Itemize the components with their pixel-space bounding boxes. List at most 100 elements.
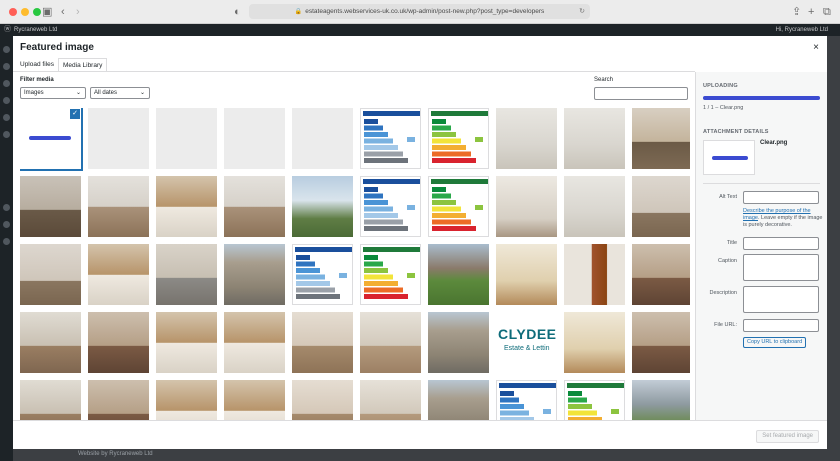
shield-icon[interactable]: ◐ <box>234 5 241 19</box>
title-label: Title <box>726 240 737 246</box>
media-thumbnail[interactable] <box>292 244 353 305</box>
comments-icon[interactable] <box>3 114 10 121</box>
close-icon[interactable]: × <box>813 42 819 53</box>
media-thumbnail[interactable] <box>632 312 690 373</box>
url-text: estateagents.webservices-uk.co.uk/wp-adm… <box>305 8 545 15</box>
attachment-filename: Clear.png <box>760 140 788 146</box>
set-featured-image-button[interactable]: Set featured image <box>756 430 819 443</box>
posts-icon[interactable] <box>3 63 10 70</box>
media-thumbnail[interactable] <box>20 176 81 237</box>
media-icon[interactable] <box>3 80 10 87</box>
selected-check-icon[interactable]: ✓ <box>70 109 80 119</box>
address-bar[interactable]: 🔒 estateagents.webservices-uk.co.uk/wp-ad… <box>249 4 590 19</box>
media-thumbnail[interactable] <box>428 380 489 421</box>
sidebar-toggle-icon[interactable]: ▣ <box>42 5 52 19</box>
appearance-icon[interactable] <box>3 131 10 138</box>
modal-footer: Set featured image <box>13 420 827 449</box>
users-icon[interactable] <box>3 221 10 228</box>
media-thumbnail[interactable] <box>564 380 625 421</box>
media-thumbnail[interactable] <box>156 380 217 421</box>
caption-textarea[interactable] <box>743 254 819 281</box>
file-url-input[interactable] <box>743 319 819 332</box>
pages-icon[interactable] <box>3 97 10 104</box>
media-thumbnail[interactable] <box>428 312 489 373</box>
media-thumbnail[interactable] <box>632 244 690 305</box>
dashboard-icon[interactable] <box>3 46 10 53</box>
epc-chart-graphic <box>295 247 352 299</box>
media-thumbnail[interactable] <box>20 244 81 305</box>
search-input[interactable] <box>594 87 688 100</box>
media-thumbnail[interactable] <box>156 312 217 373</box>
epc-chart-graphic <box>363 179 420 231</box>
media-thumbnail[interactable] <box>564 108 625 169</box>
media-thumbnail[interactable] <box>360 176 421 237</box>
media-thumbnail[interactable] <box>428 108 489 169</box>
media-thumbnail[interactable] <box>224 312 285 373</box>
reload-icon[interactable]: ↻ <box>579 4 585 19</box>
caption-label: Caption <box>718 258 737 264</box>
media-thumbnail[interactable] <box>496 176 557 237</box>
media-thumbnail[interactable] <box>292 108 353 169</box>
tab-upload-files[interactable]: Upload files <box>16 58 58 72</box>
uploading-heading: UPLOADING <box>703 83 738 89</box>
media-type-select[interactable]: Images ⌄ <box>20 87 86 99</box>
alt-text-input[interactable] <box>743 191 819 204</box>
close-window-button[interactable] <box>9 8 17 16</box>
copy-url-button[interactable]: Copy URL to clipboard <box>743 337 807 348</box>
tab-overview-icon[interactable]: ⧉ <box>823 5 831 19</box>
tab-media-library[interactable]: Media Library <box>58 58 108 72</box>
media-thumbnail[interactable] <box>496 108 557 169</box>
media-thumbnail[interactable] <box>564 176 625 237</box>
media-thumbnail[interactable] <box>564 244 625 305</box>
title-input[interactable] <box>743 237 819 250</box>
media-thumbnail[interactable] <box>496 244 557 305</box>
zoom-window-button[interactable] <box>33 8 41 16</box>
date-filter-select[interactable]: All dates ⌄ <box>90 87 150 99</box>
media-thumbnail[interactable] <box>292 176 353 237</box>
media-thumbnail[interactable] <box>224 176 285 237</box>
back-icon[interactable]: ‹ <box>61 5 65 19</box>
media-thumbnail[interactable] <box>20 312 81 373</box>
media-thumbnail[interactable] <box>632 108 690 169</box>
media-thumbnail[interactable] <box>224 244 285 305</box>
minimize-window-button[interactable] <box>21 8 29 16</box>
settings-icon[interactable] <box>3 238 10 245</box>
media-thumbnail[interactable] <box>632 176 690 237</box>
forward-icon[interactable]: › <box>76 5 80 19</box>
media-thumbnail[interactable] <box>88 108 149 169</box>
media-thumbnail[interactable] <box>360 108 421 169</box>
media-thumbnail[interactable] <box>428 244 489 305</box>
media-thumbnail[interactable]: CLYDEE Estate & Lettin <box>496 312 557 373</box>
account-link[interactable]: Hi, Rycraneweb Ltd <box>776 24 828 36</box>
media-type-value: Images <box>24 90 44 96</box>
media-thumbnail[interactable] <box>88 312 149 373</box>
media-thumbnail[interactable] <box>88 176 149 237</box>
media-thumbnail[interactable] <box>20 380 81 421</box>
share-icon[interactable]: ⇪ <box>792 5 801 19</box>
media-grid: ✓ CLYDEE Estate & Lettin <box>20 108 690 421</box>
media-thumbnail[interactable] <box>88 244 149 305</box>
media-thumbnail[interactable] <box>224 108 285 169</box>
media-modal: Featured image × Upload files Media Libr… <box>13 36 827 449</box>
new-tab-icon[interactable]: + <box>808 5 814 19</box>
media-thumbnail[interactable] <box>496 380 557 421</box>
media-thumbnail[interactable] <box>360 244 421 305</box>
media-thumbnail[interactable] <box>564 312 625 373</box>
media-thumbnail[interactable] <box>156 244 217 305</box>
wordpress-icon[interactable]: ⓦ <box>4 24 11 36</box>
media-thumbnail[interactable] <box>88 380 149 421</box>
media-thumbnail[interactable]: ✓ <box>20 108 83 171</box>
media-thumbnail[interactable] <box>292 312 353 373</box>
media-thumbnail[interactable] <box>360 312 421 373</box>
wp-admin-bar: ⓦ Rycraneweb Ltd Hi, Rycraneweb Ltd <box>0 24 840 36</box>
media-thumbnail[interactable] <box>224 380 285 421</box>
description-textarea[interactable] <box>743 286 819 313</box>
media-thumbnail[interactable] <box>428 176 489 237</box>
media-thumbnail[interactable] <box>292 380 353 421</box>
media-thumbnail[interactable] <box>156 176 217 237</box>
media-thumbnail[interactable] <box>632 380 690 421</box>
media-thumbnail[interactable] <box>156 108 217 169</box>
plugins-icon[interactable] <box>3 204 10 211</box>
site-name-link[interactable]: Rycraneweb Ltd <box>14 24 57 36</box>
media-thumbnail[interactable] <box>360 380 421 421</box>
